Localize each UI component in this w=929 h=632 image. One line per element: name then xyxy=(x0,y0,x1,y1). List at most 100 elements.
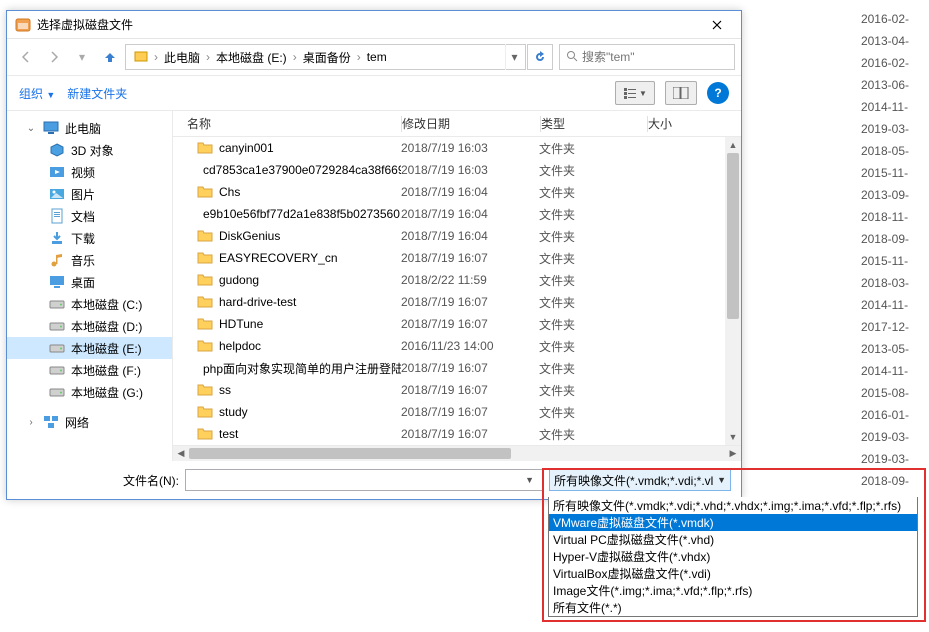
tree-item-1[interactable]: 视频 xyxy=(7,161,172,183)
organize-link[interactable]: 组织 ▼ xyxy=(19,85,55,102)
forward-button[interactable] xyxy=(41,44,67,70)
file-row[interactable]: cd7853ca1e37900e0729284ca38f669...2018/7… xyxy=(173,159,741,181)
filetype-option-2[interactable]: Virtual PC虚拟磁盘文件(*.vhd) xyxy=(549,531,917,548)
search-input[interactable] xyxy=(582,50,737,64)
new-folder-link[interactable]: 新建文件夹 xyxy=(67,85,127,102)
bg-date: 2013-09- xyxy=(861,184,909,206)
file-row[interactable]: helpdoc2016/11/23 14:00文件夹 xyxy=(173,335,741,357)
file-name: e9b10e56fbf77d2a1e838f5b0273560... xyxy=(203,207,401,221)
tree-item-7[interactable]: 本地磁盘 (C:) xyxy=(7,293,172,315)
help-button[interactable]: ? xyxy=(707,82,729,104)
file-date: 2018/7/19 16:04 xyxy=(401,207,539,221)
header-type[interactable]: 类型 xyxy=(541,115,647,132)
close-button[interactable] xyxy=(697,11,737,38)
file-name: EASYRECOVERY_cn xyxy=(219,251,338,265)
bg-date: 2015-11- xyxy=(861,162,909,184)
file-name-cell: cd7853ca1e37900e0729284ca38f669... xyxy=(173,163,401,177)
breadcrumb-seg-3[interactable]: tem xyxy=(361,45,393,69)
tree-item-label: 本地磁盘 (G:) xyxy=(71,384,143,401)
file-row[interactable]: EASYRECOVERY_cn2018/7/19 16:07文件夹 xyxy=(173,247,741,269)
filetype-combo[interactable]: 所有映像文件(*.vmdk;*.vdi;*.vl ▼ xyxy=(549,469,731,491)
up-button[interactable] xyxy=(97,44,123,70)
file-name: canyin001 xyxy=(219,141,274,155)
header-size[interactable]: 大小 xyxy=(648,115,725,132)
filetype-option-6[interactable]: 所有文件(*.*) xyxy=(549,599,917,616)
header-name[interactable]: 名称 xyxy=(173,115,401,132)
cube-icon xyxy=(49,142,65,158)
filename-label: 文件名(N): xyxy=(123,472,179,489)
filetype-dropdown-list: 所有映像文件(*.vmdk;*.vdi;*.vhd;*.vhdx;*.img;*… xyxy=(548,497,918,617)
tree-item-10[interactable]: 本地磁盘 (F:) xyxy=(7,359,172,381)
scroll-left-icon[interactable]: ◀ xyxy=(173,448,189,459)
breadcrumb-seg-1[interactable]: 本地磁盘 (E:) xyxy=(210,45,293,69)
filetype-dropdown-icon[interactable]: ▼ xyxy=(717,475,726,485)
file-row[interactable]: test2018/7/19 16:07文件夹 xyxy=(173,423,741,445)
filename-input[interactable] xyxy=(190,473,521,487)
filetype-option-3[interactable]: Hyper-V虚拟磁盘文件(*.vhdx) xyxy=(549,548,917,565)
file-name: HDTune xyxy=(219,317,263,331)
tree-item-6[interactable]: 桌面 xyxy=(7,271,172,293)
breadcrumb-dropdown[interactable]: ▾ xyxy=(505,44,523,70)
bg-date: 2019-03- xyxy=(861,426,909,448)
tree-this-pc[interactable]: ⌄ 此电脑 xyxy=(7,117,172,139)
tree-item-11[interactable]: 本地磁盘 (G:) xyxy=(7,381,172,403)
file-type: 文件夹 xyxy=(539,184,645,201)
filetype-option-4[interactable]: VirtualBox虚拟磁盘文件(*.vdi) xyxy=(549,565,917,582)
file-row[interactable]: study2018/7/19 16:07文件夹 xyxy=(173,401,741,423)
filename-dropdown-icon[interactable]: ▼ xyxy=(521,475,538,485)
file-row[interactable]: e9b10e56fbf77d2a1e838f5b0273560...2018/7… xyxy=(173,203,741,225)
file-type: 文件夹 xyxy=(539,404,645,421)
tree-item-9[interactable]: 本地磁盘 (E:) xyxy=(7,337,172,359)
scroll-right-icon[interactable]: ▶ xyxy=(725,448,741,459)
file-row[interactable]: DiskGenius2018/7/19 16:04文件夹 xyxy=(173,225,741,247)
file-date: 2018/7/19 16:07 xyxy=(401,317,539,331)
breadcrumb-root-icon[interactable] xyxy=(128,45,154,69)
tree-item-2[interactable]: 图片 xyxy=(7,183,172,205)
header-date[interactable]: 修改日期 xyxy=(402,115,540,132)
horizontal-scrollbar[interactable]: ◀ ▶ xyxy=(173,445,741,461)
filename-combo[interactable]: ▼ xyxy=(185,469,543,491)
file-row[interactable]: hard-drive-test2018/7/19 16:07文件夹 xyxy=(173,291,741,313)
recent-button[interactable]: ▾ xyxy=(69,44,95,70)
file-row[interactable]: gudong2018/2/22 11:59文件夹 xyxy=(173,269,741,291)
tree-network[interactable]: › 网络 xyxy=(7,411,172,433)
file-date: 2018/7/19 16:07 xyxy=(401,383,539,397)
filetype-option-1[interactable]: VMware虚拟磁盘文件(*.vmdk) xyxy=(549,514,917,531)
file-row[interactable]: canyin0012018/7/19 16:03文件夹 xyxy=(173,137,741,159)
refresh-button[interactable] xyxy=(527,44,553,70)
file-pane: 名称 修改日期 类型 大小 canyin0012018/7/19 16:03文件… xyxy=(173,111,741,461)
preview-pane-button[interactable] xyxy=(665,81,697,105)
view-mode-button[interactable]: ▼ xyxy=(615,81,655,105)
file-row[interactable]: HDTune2018/7/19 16:07文件夹 xyxy=(173,313,741,335)
file-type: 文件夹 xyxy=(539,228,645,245)
app-icon xyxy=(15,17,31,33)
filetype-option-5[interactable]: Image文件(*.img;*.ima;*.vfd;*.flp;*.rfs) xyxy=(549,582,917,599)
image-icon xyxy=(49,186,65,202)
network-icon xyxy=(43,414,59,430)
breadcrumb-seg-0[interactable]: 此电脑 xyxy=(158,45,206,69)
scroll-up-icon[interactable]: ▲ xyxy=(725,137,741,153)
breadcrumb[interactable]: › 此电脑› 本地磁盘 (E:)› 桌面备份› tem ▾ xyxy=(125,44,526,70)
tree-label: 此电脑 xyxy=(65,120,101,137)
file-row[interactable]: php面向对象实现简单的用户注册登陆2018/7/19 16:07文件夹 xyxy=(173,357,741,379)
file-type: 文件夹 xyxy=(539,426,645,443)
file-row[interactable]: Chs2018/7/19 16:04文件夹 xyxy=(173,181,741,203)
collapse-icon[interactable]: ⌄ xyxy=(25,123,37,134)
tree-item-5[interactable]: 音乐 xyxy=(7,249,172,271)
file-name-cell: HDTune xyxy=(173,317,401,331)
vertical-scrollbar[interactable]: ▲ ▼ xyxy=(725,137,741,445)
filetype-option-0[interactable]: 所有映像文件(*.vmdk;*.vdi;*.vhd;*.vhdx;*.img;*… xyxy=(549,497,917,514)
expand-icon[interactable]: › xyxy=(25,417,37,428)
tree-item-0[interactable]: 3D 对象 xyxy=(7,139,172,161)
file-date: 2018/7/19 16:04 xyxy=(401,185,539,199)
tree-item-label: 图片 xyxy=(71,186,95,203)
scroll-down-icon[interactable]: ▼ xyxy=(725,429,741,445)
file-row[interactable]: ss2018/7/19 16:07文件夹 xyxy=(173,379,741,401)
tree-item-8[interactable]: 本地磁盘 (D:) xyxy=(7,315,172,337)
back-button[interactable] xyxy=(13,44,39,70)
search-box[interactable] xyxy=(559,44,735,70)
breadcrumb-seg-2[interactable]: 桌面备份 xyxy=(297,45,357,69)
tree-item-3[interactable]: 文档 xyxy=(7,205,172,227)
file-name-cell: study xyxy=(173,405,401,419)
tree-item-4[interactable]: 下载 xyxy=(7,227,172,249)
